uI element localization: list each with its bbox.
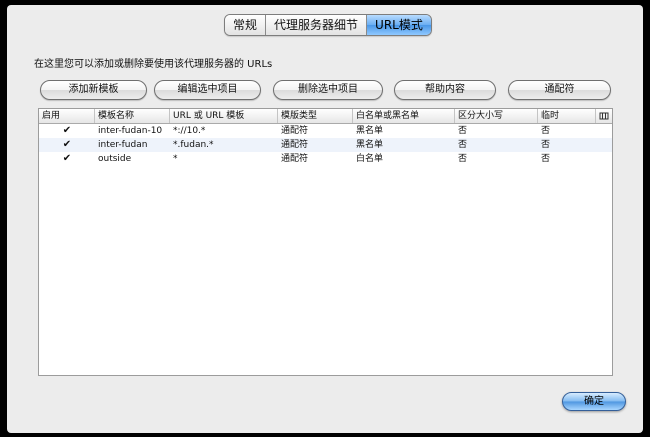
tab-bar: 常规 代理服务器细节 URL模式	[224, 14, 432, 36]
cell-url: *	[173, 154, 178, 164]
cell-list-type: 黑名单	[356, 140, 384, 150]
cell-template-name: inter-fudan	[98, 140, 148, 150]
wildcard-button[interactable]: 通配符	[508, 80, 611, 100]
column-header-url[interactable]: URL 或 URL 模板	[170, 109, 278, 123]
cell-case-sensitive: 否	[458, 126, 468, 136]
tab-url-patterns[interactable]: URL模式	[367, 15, 431, 35]
column-header-template-name[interactable]: 模板名称	[95, 109, 170, 123]
add-template-button[interactable]: 添加新模板	[40, 80, 147, 100]
cell-pattern-type: 通配符	[281, 140, 309, 150]
column-header-temporary[interactable]: 临时	[538, 109, 596, 123]
url-pattern-table[interactable]: 启用 模板名称 URL 或 URL 模板 模版类型 白名单或黑名单 区分大小写 …	[38, 108, 613, 376]
column-header-list-type[interactable]: 白名单或黑名单	[353, 109, 455, 123]
column-picker-icon[interactable]	[596, 109, 612, 123]
tab-proxy-details[interactable]: 代理服务器细节	[266, 15, 368, 35]
enabled-checkmark[interactable]: ✔	[39, 138, 95, 152]
cell-temporary: 否	[541, 154, 551, 164]
cell-pattern-type: 通配符	[281, 154, 309, 164]
help-button[interactable]: 帮助内容	[394, 80, 496, 100]
table-header: 启用 模板名称 URL 或 URL 模板 模版类型 白名单或黑名单 区分大小写 …	[39, 109, 612, 124]
cell-url: *.fudan.*	[173, 140, 214, 150]
proxy-settings-window: 常规 代理服务器细节 URL模式 在这里您可以添加或删除要使用该代理服务器的 U…	[7, 5, 643, 433]
table-row[interactable]: ✔ outside * 通配符 白名单 否 否	[39, 152, 612, 166]
column-header-pattern-type[interactable]: 模版类型	[278, 109, 353, 123]
cell-case-sensitive: 否	[458, 154, 468, 164]
cell-temporary: 否	[541, 126, 551, 136]
cell-list-type: 白名单	[356, 154, 384, 164]
cell-template-name: outside	[98, 154, 132, 164]
table-row[interactable]: ✔ inter-fudan-10 *://10.* 通配符 黑名单 否 否	[39, 124, 612, 138]
column-header-enabled[interactable]: 启用	[39, 109, 95, 123]
delete-selected-button[interactable]: 删除选中项目	[273, 80, 383, 100]
table-row[interactable]: ✔ inter-fudan *.fudan.* 通配符 黑名单 否 否	[39, 138, 612, 152]
cell-pattern-type: 通配符	[281, 126, 309, 136]
edit-selected-button[interactable]: 编辑选中项目	[154, 80, 261, 100]
column-header-case-sensitive[interactable]: 区分大小写	[455, 109, 538, 123]
description-text: 在这里您可以添加或删除要使用该代理服务器的 URLs	[34, 59, 273, 70]
cell-temporary: 否	[541, 140, 551, 150]
cell-url: *://10.*	[173, 126, 206, 136]
tab-general[interactable]: 常规	[225, 15, 267, 35]
enabled-checkmark[interactable]: ✔	[39, 124, 95, 138]
ok-button[interactable]: 确定	[562, 392, 626, 411]
enabled-checkmark[interactable]: ✔	[39, 152, 95, 166]
cell-case-sensitive: 否	[458, 140, 468, 150]
cell-list-type: 黑名单	[356, 126, 384, 136]
cell-template-name: inter-fudan-10	[98, 126, 163, 136]
